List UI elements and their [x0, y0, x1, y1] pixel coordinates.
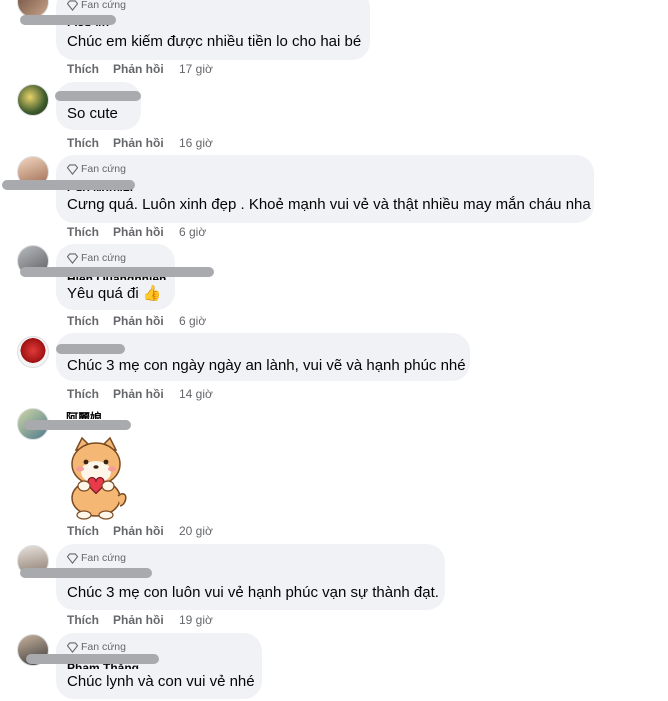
comment-bubble: Chúc 3 mẹ con ngày ngày an lành, vui vẽ …	[56, 333, 470, 381]
fan-badge: Fan cứng	[67, 163, 126, 175]
reply-button[interactable]: Phản hồi	[113, 524, 179, 538]
like-button[interactable]: Thích	[67, 314, 113, 328]
fan-badge: Fan cứng	[67, 0, 126, 11]
fan-badge: Fan cứng	[67, 552, 126, 564]
comment-text: Yêu quá đi 👍	[67, 285, 162, 302]
commenter-name[interactable]: 阿麗娘	[66, 410, 102, 419]
comment-bubble: Fan cứng Hiền Quangnhiên Yêu quá đi 👍	[56, 244, 175, 310]
diamond-icon	[67, 163, 78, 175]
comment-actions: Thích Phản hồi 16 giờ	[67, 136, 213, 150]
comment-time[interactable]: 16 giờ	[179, 136, 213, 150]
comment-time[interactable]: 20 giờ	[179, 524, 213, 538]
comment-text: Chúc lynh và con vui vẻ nhé	[67, 673, 255, 690]
comment-actions: Thích Phản hồi 6 giờ	[67, 225, 206, 239]
reply-button[interactable]: Phản hồi	[113, 613, 179, 627]
comment-actions: Thích Phản hồi 14 giờ	[67, 387, 213, 401]
like-button[interactable]: Thích	[67, 225, 113, 239]
name-redaction	[20, 568, 152, 578]
comment-time[interactable]: 14 giờ	[179, 387, 213, 401]
fan-badge-label: Fan cứng	[81, 163, 126, 175]
like-button[interactable]: Thích	[67, 524, 113, 538]
name-redaction	[20, 15, 116, 25]
fan-badge-label: Fan cứng	[81, 252, 126, 264]
comment-time[interactable]: 19 giờ	[179, 613, 213, 627]
reply-button[interactable]: Phản hồi	[113, 136, 179, 150]
comment-text: Chúc 3 mẹ con ngày ngày an lành, vui vẽ …	[67, 357, 466, 374]
reply-button[interactable]: Phản hồi	[113, 225, 179, 239]
shiba-dog-heart-sticker[interactable]	[62, 436, 130, 525]
comment-time[interactable]: 17 giờ	[179, 62, 213, 76]
comment-bubble: Fan cứng Phạm Thắng Chúc lynh và con vui…	[56, 633, 262, 699]
comment-actions: Thích Phản hồi 6 giờ	[67, 314, 206, 328]
comment-bubble: So cute	[56, 82, 141, 130]
comment-text: Chúc 3 mẹ con luôn vui vẻ hạnh phúc vạn …	[67, 584, 439, 601]
like-button[interactable]: Thích	[67, 136, 113, 150]
fan-badge-label: Fan cứng	[81, 641, 126, 653]
name-redaction	[2, 180, 135, 190]
name-redaction	[55, 91, 141, 101]
comment-bubble: Fan cứng Cao Nguyệt Cưng quá. Luôn xinh …	[56, 155, 594, 223]
reply-button[interactable]: Phản hồi	[113, 62, 179, 76]
diamond-icon	[67, 252, 78, 264]
reply-button[interactable]: Phản hồi	[113, 387, 179, 401]
like-button[interactable]: Thích	[67, 387, 113, 401]
fan-badge: Fan cứng	[67, 641, 126, 653]
comment-actions: Thích Phản hồi 19 giờ	[67, 613, 213, 627]
avatar[interactable]	[17, 336, 49, 368]
comment-time[interactable]: 6 giờ	[179, 225, 206, 239]
comment-actions: Thích Phản hồi 17 giờ	[67, 62, 213, 76]
fan-badge-label: Fan cứng	[81, 0, 126, 11]
comment-actions: Thích Phản hồi 20 giờ	[67, 524, 213, 538]
comment-text: Chúc em kiếm được nhiều tiền lo cho hai …	[67, 33, 362, 50]
fan-badge-label: Fan cứng	[81, 552, 126, 564]
name-redaction	[56, 344, 125, 354]
like-button[interactable]: Thích	[67, 613, 113, 627]
like-button[interactable]: Thích	[67, 62, 113, 76]
comment-bubble: Fan cứng Lisa Vu Chúc em kiếm được nhiều…	[56, 0, 370, 60]
comment-text: Cưng quá. Luôn xinh đẹp . Khoẻ mạnh vui …	[67, 196, 591, 213]
comment-time[interactable]: 6 giờ	[179, 314, 206, 328]
comment-text: So cute	[67, 105, 118, 122]
diamond-icon	[67, 552, 78, 564]
name-redaction	[20, 267, 214, 277]
name-redaction	[26, 654, 159, 664]
diamond-icon	[67, 0, 78, 11]
reply-button[interactable]: Phản hồi	[113, 314, 179, 328]
diamond-icon	[67, 641, 78, 653]
name-redaction	[24, 420, 131, 430]
avatar[interactable]	[17, 84, 49, 116]
fan-badge: Fan cứng	[67, 252, 126, 264]
